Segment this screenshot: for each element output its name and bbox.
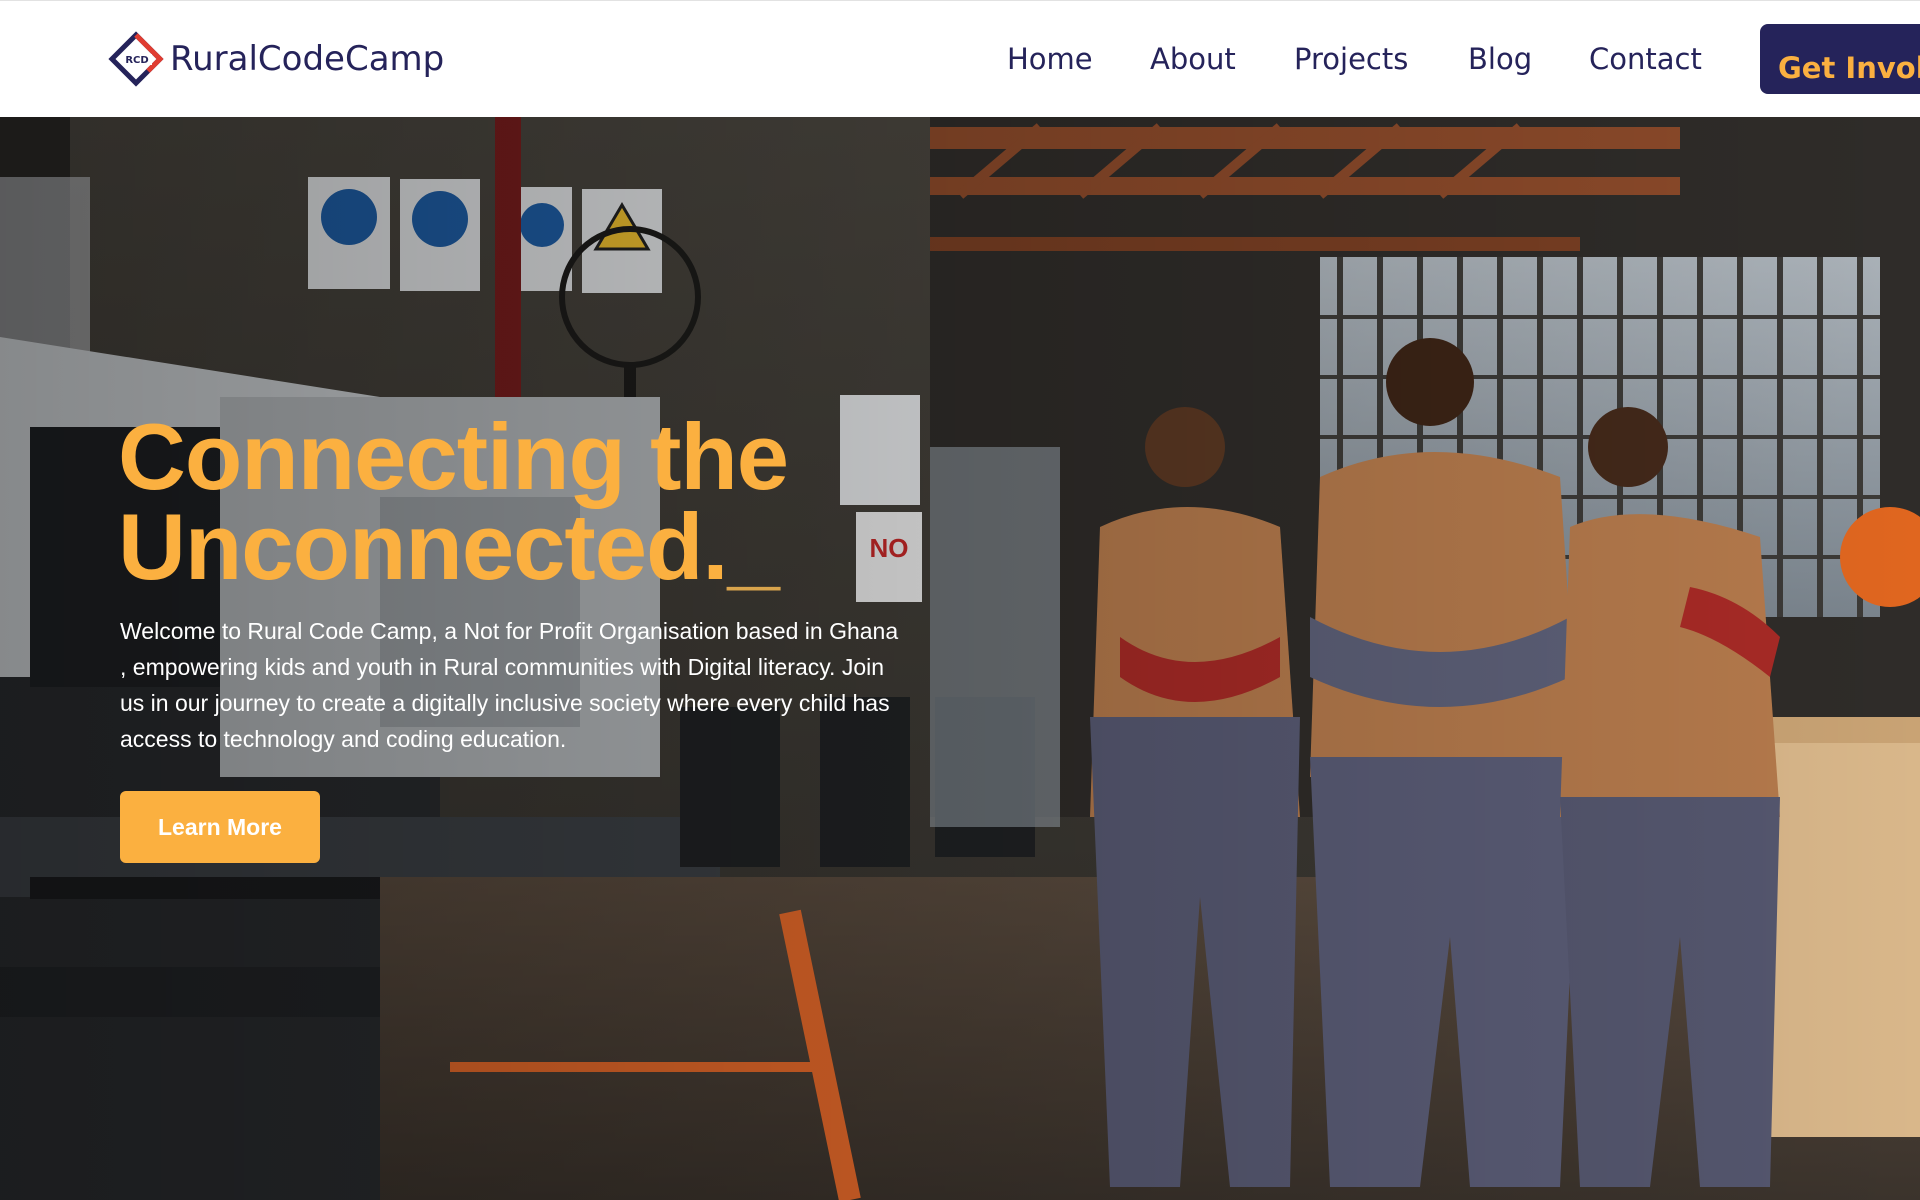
site-header: RCD RuralCodeCamp Home About Projects Bl… xyxy=(0,0,1920,117)
nav-about-link[interactable]: About xyxy=(1150,41,1236,77)
hero-section: NO xyxy=(0,117,1920,1200)
get-involved-button[interactable]: Get Involved xyxy=(1760,24,1920,94)
nav-contact-link[interactable]: Contact xyxy=(1589,41,1702,77)
typing-cursor: _ xyxy=(727,494,780,599)
hero-title-line-1: Connecting the xyxy=(118,404,789,509)
nav-projects-link[interactable]: Projects xyxy=(1294,41,1408,77)
main-nav: Home About Projects Blog Contact xyxy=(0,1,1920,118)
hero-title-line-2: Unconnected._ xyxy=(118,500,1018,594)
learn-more-button[interactable]: Learn More xyxy=(120,791,320,863)
hero-title: Connecting the Unconnected._ xyxy=(118,404,1018,594)
hero-title-line-2-text: Unconnected. xyxy=(118,494,729,599)
nav-blog-link[interactable]: Blog xyxy=(1468,41,1532,77)
nav-home-link[interactable]: Home xyxy=(1007,41,1093,77)
hero-description: Welcome to Rural Code Camp, a Not for Pr… xyxy=(120,618,899,752)
